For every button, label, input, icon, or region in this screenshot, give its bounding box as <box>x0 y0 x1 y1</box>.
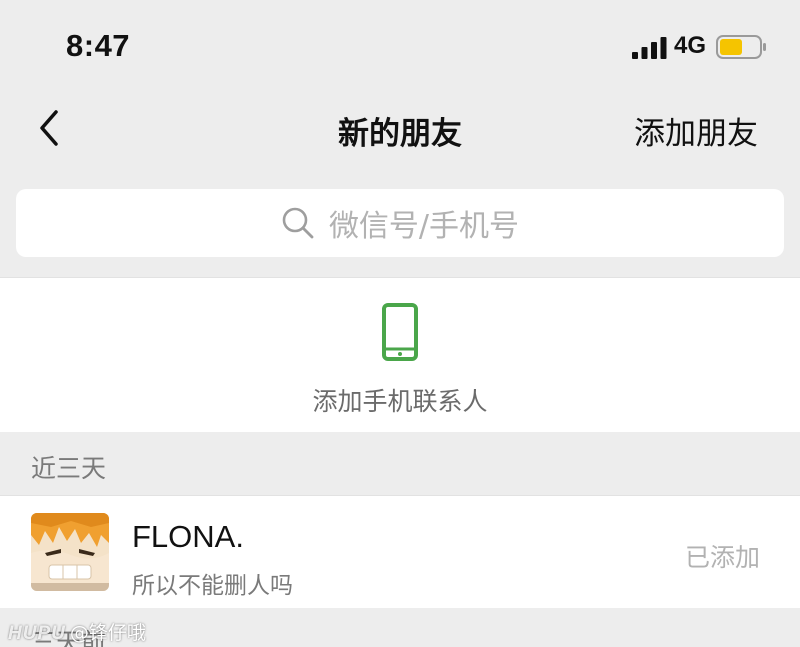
search-input[interactable]: 微信号/手机号 <box>16 189 784 257</box>
add-phone-contacts-label: 添加手机联系人 <box>312 387 488 416</box>
add-phone-contacts-button[interactable]: 添加手机联系人 <box>0 277 800 432</box>
section-label: 近三天 <box>31 454 107 483</box>
friend-message: 所以不能删人吗 <box>132 573 293 599</box>
search-placeholder: 微信号/手机号 <box>328 209 520 244</box>
search-icon <box>282 207 314 239</box>
friend-request-row[interactable]: FLONA. 所以不能删人吗 已添加 <box>0 495 800 608</box>
battery-icon <box>716 35 766 59</box>
nav-bar: 新的朋友 添加朋友 <box>0 90 800 170</box>
phone-icon <box>382 303 418 361</box>
network-type: 4G <box>674 32 707 59</box>
status-bar: 8:47 4G <box>0 0 800 90</box>
added-status: 已添加 <box>684 543 760 572</box>
status-time: 8:47 <box>66 28 131 63</box>
watermark: HUPU @锋仔哦 <box>8 618 146 645</box>
watermark-user: @锋仔哦 <box>69 622 146 644</box>
section-header-recent: 近三天 <box>0 432 800 494</box>
friend-name: FLONA. <box>132 519 244 554</box>
signal-bars-icon <box>632 37 667 59</box>
add-friend-button[interactable]: 添加朋友 <box>634 108 758 153</box>
watermark-brand: HUPU <box>8 623 66 644</box>
avatar <box>31 513 109 591</box>
